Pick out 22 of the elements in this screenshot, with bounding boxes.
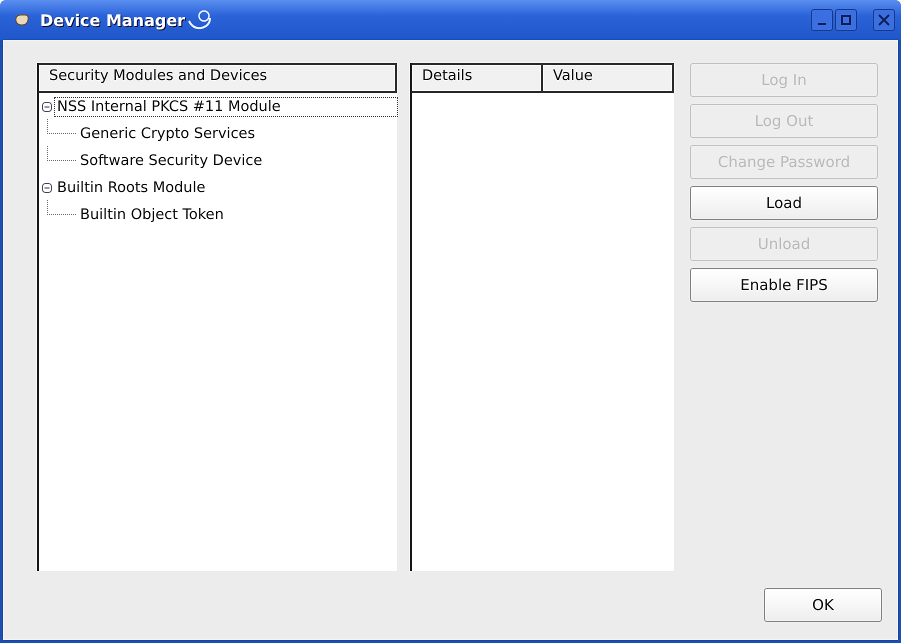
- maximize-button[interactable]: [835, 9, 857, 31]
- expander-icon[interactable]: [42, 182, 52, 192]
- ok-button[interactable]: OK: [764, 588, 882, 622]
- maximize-icon: [841, 15, 851, 25]
- column-header[interactable]: Value: [543, 65, 672, 91]
- tree-item[interactable]: NSS Internal PKCS #11 Module: [55, 98, 397, 116]
- window-title: Device Manager: [40, 10, 186, 30]
- tree-item[interactable]: Software Security Device: [78, 152, 264, 170]
- tree-item[interactable]: Builtin Object Token: [78, 206, 226, 224]
- tree-item[interactable]: Builtin Roots Module: [55, 178, 208, 196]
- expander-icon[interactable]: [42, 102, 52, 112]
- swirl-icon: [187, 9, 214, 31]
- tree-item[interactable]: Generic Crypto Services: [78, 124, 258, 142]
- action-button[interactable]: Enable FIPS: [690, 268, 878, 302]
- close-button[interactable]: [873, 9, 895, 31]
- action-button[interactable]: Load: [690, 186, 878, 220]
- minimize-button[interactable]: [811, 9, 833, 31]
- column-header[interactable]: Details: [412, 65, 543, 91]
- close-icon: [878, 14, 890, 26]
- minimize-icon: [818, 23, 826, 25]
- hand-icon: [14, 13, 30, 27]
- column-header[interactable]: Security Modules and Devices: [39, 65, 395, 91]
